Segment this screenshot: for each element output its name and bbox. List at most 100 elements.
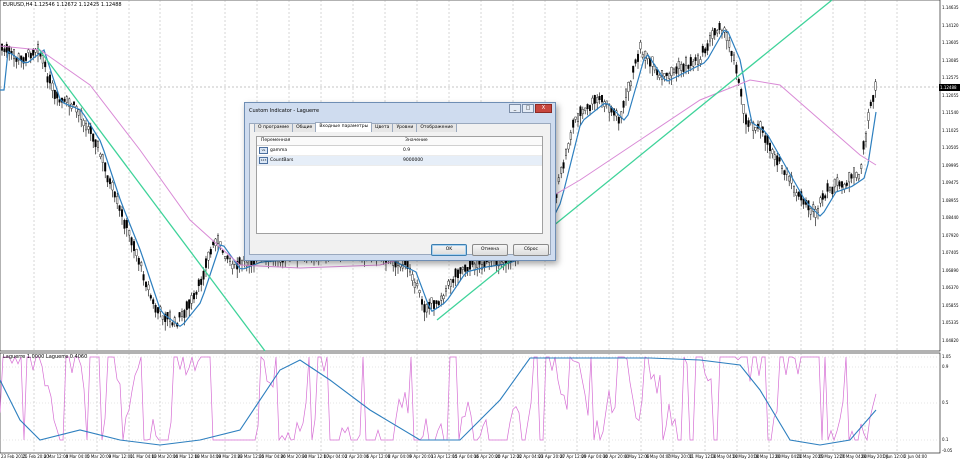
candle-body <box>3 48 6 52</box>
candle-body <box>87 126 90 130</box>
candle-body <box>589 105 592 111</box>
candle-body <box>46 76 49 83</box>
tab-visualization[interactable]: Отображение <box>416 123 458 132</box>
candle-body <box>216 235 219 244</box>
price-scale: 1.14635 1.14120 1.13605 1.13085 1.12575 1.120… <box>940 0 960 463</box>
candle-body <box>706 43 709 51</box>
param-row-gamma[interactable]: Va gamma 0.9 <box>257 146 542 156</box>
candle-body <box>204 258 207 268</box>
candle-body <box>1 43 4 51</box>
candle-body <box>128 230 131 236</box>
candle-body <box>836 177 839 186</box>
candle-body <box>430 297 433 304</box>
candle-body <box>49 74 52 84</box>
candle-body <box>471 260 474 265</box>
price-tick-label: 1.04820 <box>942 337 959 343</box>
param-row-countbars[interactable]: 123 CountBars 9000000 <box>257 156 542 166</box>
candle-body <box>41 55 44 64</box>
candle-body <box>601 95 604 103</box>
candle-body <box>212 241 215 246</box>
tab-common[interactable]: Общие <box>292 123 317 132</box>
candle-body <box>113 191 116 198</box>
candle-body <box>586 104 589 109</box>
time-tick-label: 6 Apr 12:00 <box>366 454 391 459</box>
candle-body <box>483 261 486 268</box>
time-tick-label: 2 Jun 04:00 <box>904 454 927 459</box>
candle-body <box>795 192 798 196</box>
candle-body <box>161 315 164 320</box>
tab-colors[interactable]: Цвета <box>371 123 394 132</box>
param-value[interactable]: 0.9 <box>399 146 410 155</box>
candle-body <box>668 73 671 79</box>
cancel-button[interactable]: Отмена <box>472 244 508 256</box>
candle-body <box>96 141 99 148</box>
candle-body <box>754 127 757 131</box>
column-value[interactable]: Значение <box>401 137 428 145</box>
candle-body <box>135 249 138 256</box>
candle-body <box>99 153 102 157</box>
candle-body <box>625 88 628 98</box>
candle-body <box>673 68 676 74</box>
candle-body <box>685 56 688 67</box>
candle-body <box>769 143 772 152</box>
candle-body <box>445 288 448 292</box>
candle-body <box>809 208 812 215</box>
candle-body <box>106 175 109 183</box>
candle-body <box>713 28 716 36</box>
tab-about[interactable]: О программе <box>254 123 294 132</box>
candle-body <box>149 295 152 299</box>
candle-body <box>433 300 436 309</box>
candle-body <box>716 30 719 34</box>
candle-body <box>848 172 851 183</box>
tab-inputs[interactable]: Входные параметры <box>315 122 373 132</box>
candle-body <box>824 195 827 199</box>
chart-symbol-info: EURUSD,H4 1.12546 1.12672 1.12425 1.1248… <box>3 2 122 8</box>
column-variable[interactable]: Переменная <box>257 137 401 145</box>
candle-body <box>464 264 467 272</box>
candle-body <box>725 32 728 41</box>
candle-body <box>125 220 128 229</box>
params-table: Переменная Значение Va gamma 0.9 123 Count… <box>256 136 543 234</box>
candle-body <box>207 251 210 261</box>
candle-body <box>745 114 748 125</box>
candle-body <box>711 30 714 39</box>
candle-body <box>156 307 159 314</box>
param-value[interactable]: 9000000 <box>399 156 423 165</box>
candle-body <box>598 96 601 101</box>
indicator-level-label: 1.05 <box>942 354 951 359</box>
tab-levels[interactable]: Уровни <box>392 123 418 132</box>
candle-body <box>699 59 702 64</box>
price-tick-label: 1.14120 <box>942 22 959 28</box>
candle-body <box>188 299 191 309</box>
price-tick-label: 1.11540 <box>942 110 959 115</box>
candle-body <box>457 269 460 278</box>
indicator-level-label: 0.1 <box>942 437 949 442</box>
candle-body <box>423 304 426 313</box>
minimize-button[interactable]: _ <box>509 104 521 113</box>
candle-body <box>104 162 107 172</box>
candle-body <box>567 143 570 150</box>
candle-body <box>209 249 212 255</box>
candle-body <box>65 96 68 103</box>
candle-body <box>476 259 479 268</box>
price-tick-label: 1.08440 <box>942 215 959 220</box>
candle-body <box>142 274 145 281</box>
candle-body <box>454 268 457 278</box>
time-tick-label: 8 Apr 04:00 <box>388 454 412 459</box>
candle-body <box>152 299 155 304</box>
candle-body <box>574 116 577 120</box>
ok-button[interactable]: OK <box>431 244 467 256</box>
candle-body <box>663 73 666 77</box>
candle-body <box>793 186 796 193</box>
candle-body <box>831 186 834 195</box>
maximize-button[interactable]: □ <box>522 104 534 113</box>
candle-body <box>697 54 700 65</box>
candle-body <box>101 154 104 163</box>
candle-body <box>860 164 863 169</box>
candle-body <box>53 90 56 99</box>
close-button[interactable]: X <box>535 104 552 113</box>
candle-body <box>783 170 786 175</box>
candle-body <box>593 95 596 104</box>
reset-button[interactable]: Сброс <box>513 244 549 256</box>
candle-body <box>665 72 668 76</box>
